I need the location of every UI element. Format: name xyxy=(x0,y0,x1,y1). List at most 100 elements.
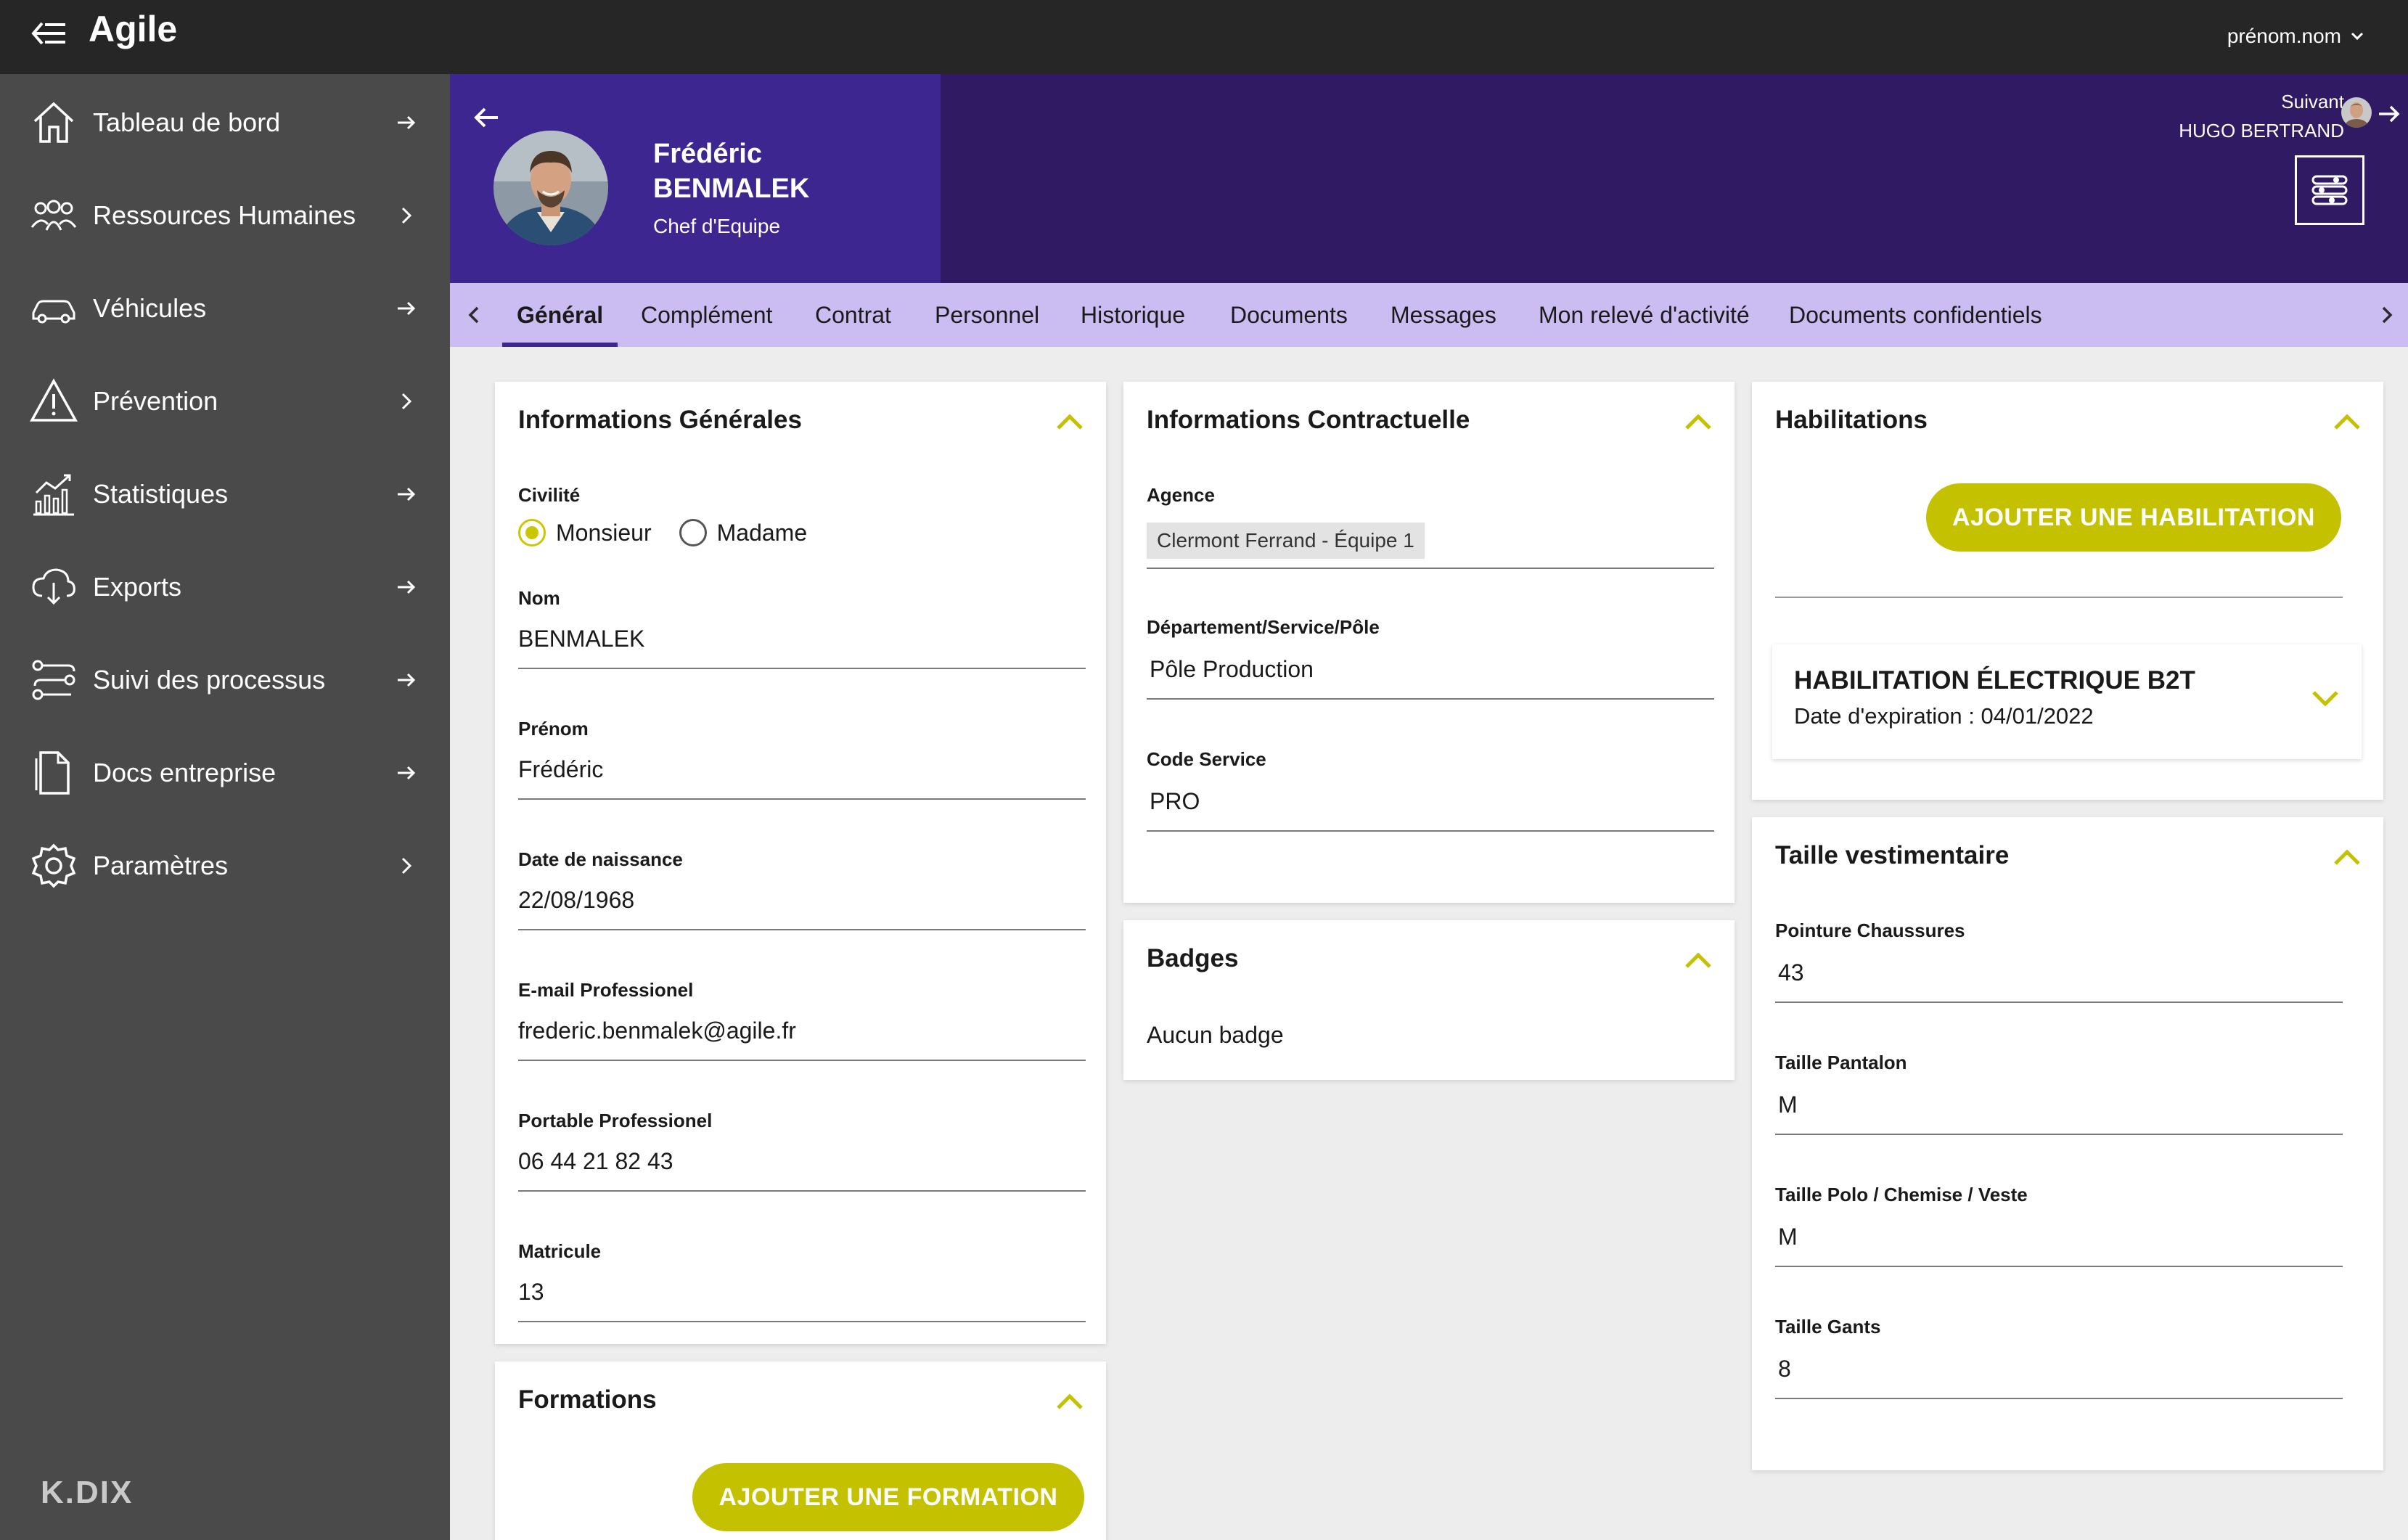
card-title: Informations Générales xyxy=(518,406,802,434)
chevron-left-icon[interactable] xyxy=(463,303,486,327)
chevron-up-icon[interactable] xyxy=(2331,409,2363,433)
employee-first-name: Frédéric xyxy=(653,139,762,169)
nom-field[interactable]: BENMALEK xyxy=(518,623,644,655)
pants-size-field[interactable]: M xyxy=(1778,1089,1798,1121)
card-title: Habilitations xyxy=(1775,406,1928,434)
sidebar-item-ressources-humaines[interactable]: Ressources Humaines xyxy=(0,176,450,255)
civilite-madame[interactable]: Madame xyxy=(679,517,808,549)
tab-historique[interactable]: Historique xyxy=(1081,283,1185,347)
chevron-right-icon xyxy=(401,857,412,875)
next-employee-avatar[interactable] xyxy=(2341,97,2372,128)
sidebar-item-tableau-de-bord[interactable]: Tableau de bord xyxy=(0,83,450,163)
habilitation-item[interactable]: HABILITATION ÉLECTRIQUE B2T Date d'expir… xyxy=(1772,644,2362,759)
chevron-up-icon[interactable] xyxy=(1054,1389,1086,1412)
sidebar-item-suivi-des-processus[interactable]: Suivi des processus xyxy=(0,640,450,720)
add-formation-button[interactable]: AJOUTER UNE FORMATION xyxy=(692,1463,1084,1531)
code-service-field[interactable]: PRO xyxy=(1150,785,1200,817)
field-label: Taille Pantalon xyxy=(1775,1052,1907,1073)
field-label: Date de naissance xyxy=(518,848,683,870)
chevron-down-icon xyxy=(2351,32,2364,41)
employee-avatar xyxy=(494,131,608,245)
chevron-down-icon[interactable] xyxy=(2309,687,2341,710)
formations-card: Formations AJOUTER UNE FORMATION xyxy=(495,1361,1106,1540)
sidebar-item-label: Véhicules xyxy=(93,293,207,323)
radio-label: Madame xyxy=(716,520,808,546)
radio-unchecked[interactable] xyxy=(679,519,707,546)
shirt-size-field[interactable]: M xyxy=(1778,1221,1798,1253)
field-underline xyxy=(1775,1134,2343,1135)
prenom-field[interactable]: Frédéric xyxy=(518,753,603,785)
arrow-right-icon xyxy=(398,487,416,501)
matricule-field[interactable]: 13 xyxy=(518,1276,544,1308)
sidebar-item-docs-entreprise[interactable]: Docs entreprise xyxy=(0,733,450,813)
sidebar-item-exports[interactable]: Exports xyxy=(0,547,450,627)
agence-label: Agence xyxy=(1147,484,1215,506)
card-title: Badges xyxy=(1147,944,1239,972)
sidebar-item-label: Docs entreprise xyxy=(93,758,277,787)
app-brand: Agile xyxy=(89,9,178,49)
email-field[interactable]: frederic.benmalek@agile.fr xyxy=(518,1015,796,1047)
tab-bar: Général Complément Contrat Personnel His… xyxy=(450,283,2408,347)
tab-documents-confidentiels[interactable]: Documents confidentiels xyxy=(1789,283,2042,347)
habilitation-title: HABILITATION ÉLECTRIQUE B2T xyxy=(1794,666,2195,695)
tab-messages[interactable]: Messages xyxy=(1391,283,1496,347)
glove-size-field[interactable]: 8 xyxy=(1778,1353,1791,1385)
arrow-right-icon xyxy=(398,580,416,594)
field-underline xyxy=(1775,1266,2343,1267)
agence-chip[interactable]: Clermont Ferrand - Équipe 1 xyxy=(1147,523,1425,559)
sidebar-item-label: Ressources Humaines xyxy=(93,200,356,230)
field-label: Prénom xyxy=(518,718,589,740)
radio-checked[interactable] xyxy=(518,519,546,546)
tab-personnel[interactable]: Personnel xyxy=(935,283,1039,347)
field-underline xyxy=(518,929,1086,930)
tab-contrat[interactable]: Contrat xyxy=(815,283,891,347)
next-employee-label[interactable]: Suivant xyxy=(2281,87,2344,116)
filter-button[interactable] xyxy=(2295,155,2364,225)
chevron-up-icon[interactable] xyxy=(1054,409,1086,433)
warning-triangle-icon xyxy=(30,378,78,422)
card-title: Taille vestimentaire xyxy=(1775,841,2010,869)
arrow-right-icon xyxy=(398,766,416,780)
birthdate-field[interactable]: 22/08/1968 xyxy=(518,884,634,916)
sidebar-item-prevention[interactable]: Prévention xyxy=(0,361,450,441)
sidebar-item-parametres[interactable]: Paramètres xyxy=(0,826,450,906)
card-title: Informations Contractuelle xyxy=(1147,406,1470,434)
menu-collapse-icon[interactable] xyxy=(29,13,70,54)
sidebar-item-statistiques[interactable]: Statistiques xyxy=(0,454,450,534)
process-icon xyxy=(32,660,75,700)
next-employee-name[interactable]: HUGO BERTRAND xyxy=(2179,116,2344,145)
chevron-up-icon[interactable] xyxy=(2331,845,2363,868)
tab-releve-activite[interactable]: Mon relevé d'activité xyxy=(1539,283,1750,347)
departement-field[interactable]: Pôle Production xyxy=(1150,653,1314,685)
arrow-right-icon xyxy=(398,301,416,316)
field-label: Code Service xyxy=(1147,748,1266,770)
field-underline xyxy=(1147,698,1714,700)
chevron-right-icon xyxy=(401,393,412,410)
civilite-radio-group: Monsieur Madame xyxy=(518,517,823,549)
back-arrow-icon[interactable] xyxy=(469,100,504,135)
field-underline xyxy=(1147,830,1714,832)
main-content: Frédéric BENMALEK Chef d'Equipe Suivant … xyxy=(450,74,2408,1540)
chevron-up-icon[interactable] xyxy=(1682,409,1714,433)
field-label: Taille Polo / Chemise / Veste xyxy=(1775,1184,2028,1205)
habilitations-card: Habilitations AJOUTER UNE HABILITATION H… xyxy=(1752,382,2383,800)
sidebar-item-label: Exports xyxy=(93,572,182,602)
shoe-size-field[interactable]: 43 xyxy=(1778,957,1804,988)
chevron-right-icon[interactable] xyxy=(2375,303,2398,327)
civilite-label: Civilité xyxy=(518,484,581,506)
arrow-right-icon xyxy=(398,673,416,687)
mobile-field[interactable]: 06 44 21 82 43 xyxy=(518,1145,673,1177)
tab-general[interactable]: Général xyxy=(501,283,618,347)
field-underline xyxy=(518,668,1086,669)
employee-header: Frédéric BENMALEK Chef d'Equipe xyxy=(450,74,941,283)
tab-complement[interactable]: Complément xyxy=(641,283,772,347)
sidebar-item-vehicules[interactable]: Véhicules xyxy=(0,269,450,348)
sidebar-item-label: Tableau de bord xyxy=(93,107,281,137)
next-arrow-icon[interactable] xyxy=(2375,100,2402,128)
civilite-monsieur[interactable]: Monsieur xyxy=(518,517,652,549)
add-habilitation-button[interactable]: AJOUTER UNE HABILITATION xyxy=(1926,483,2341,552)
tab-documents[interactable]: Documents xyxy=(1230,283,1348,347)
user-menu[interactable]: prénom.nom xyxy=(2227,20,2364,52)
chevron-up-icon[interactable] xyxy=(1682,948,1714,971)
field-label: E-mail Professionel xyxy=(518,979,694,1001)
